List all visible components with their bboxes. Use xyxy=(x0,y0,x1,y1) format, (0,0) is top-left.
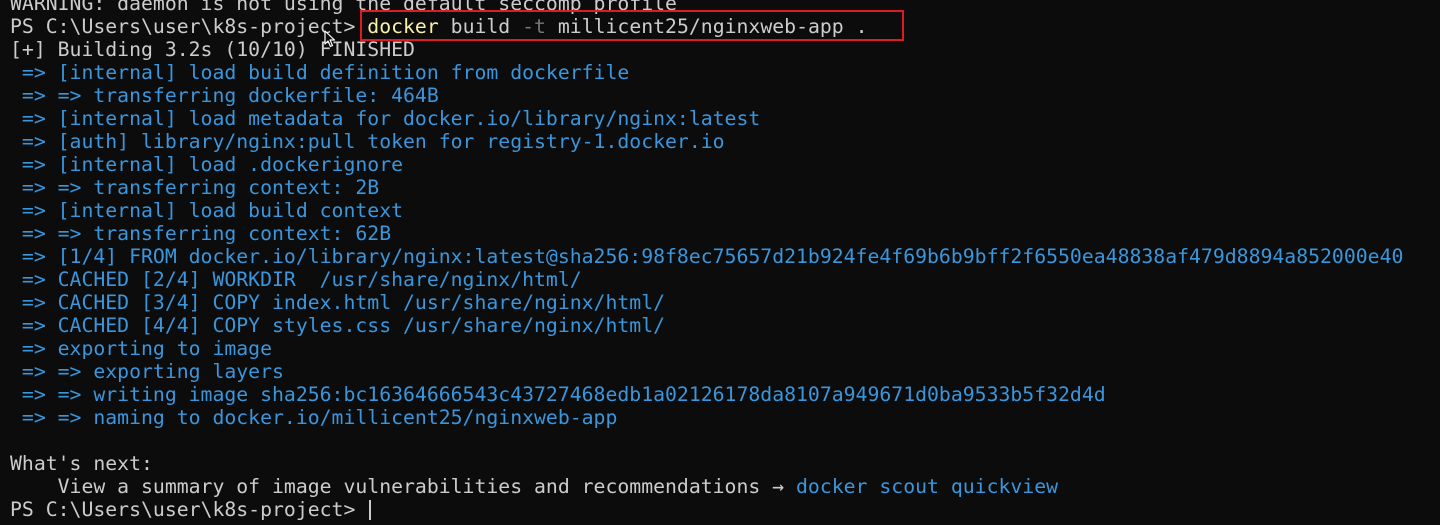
whats-next-line: View a summary of image vulnerabilities … xyxy=(10,475,1440,498)
scout-quickview-command[interactable]: docker scout quickview xyxy=(796,475,1058,498)
build-step-line: => CACHED [3/4] COPY index.html /usr/sha… xyxy=(10,291,666,314)
build-step-line: => [internal] load .dockerignore xyxy=(10,153,404,176)
build-step-line: => CACHED [2/4] WORKDIR /usr/share/nginx… xyxy=(10,268,582,291)
highlighted-command: docker build -t millicent25/nginxweb-app… xyxy=(360,10,905,41)
terminal-output: WARNING: daemon is not using the default… xyxy=(10,0,1440,521)
final-prompt: PS C:\Users\user\k8s-project> xyxy=(10,498,356,521)
command-flag: -t xyxy=(522,15,546,38)
build-step-line: => [auth] library/nginx:pull token for r… xyxy=(10,130,725,153)
build-step-line: => [internal] load build context xyxy=(10,199,404,222)
build-step-line: => => writing image sha256:bc16364666543… xyxy=(10,383,1106,406)
build-step-line: => => exporting layers xyxy=(10,360,284,383)
prompt: PS C:\Users\user\k8s-project> xyxy=(10,15,356,38)
final-prompt-line[interactable]: PS C:\Users\user\k8s-project> xyxy=(10,498,1440,521)
warning-line: WARNING: daemon is not using the default… xyxy=(10,0,677,15)
build-step-line: => => transferring dockerfile: 464B xyxy=(10,84,439,107)
command-line: PS C:\Users\user\k8s-project> docker bui… xyxy=(10,10,1440,41)
build-step-line: => => naming to docker.io/millicent25/ng… xyxy=(10,406,618,429)
build-step-line: => => transferring context: 62B xyxy=(10,222,392,245)
mouse-pointer-icon xyxy=(324,30,336,48)
text-cursor xyxy=(369,500,372,520)
terminal-window[interactable]: WARNING: daemon is not using the default… xyxy=(0,0,1440,525)
whats-next-heading: What's next: xyxy=(10,452,153,475)
command-executable: docker xyxy=(367,15,439,38)
build-step-line: => CACHED [4/4] COPY styles.css /usr/sha… xyxy=(10,314,666,337)
whats-next-text: View a summary of image vulnerabilities … xyxy=(10,475,797,498)
build-step-line: => => transferring context: 2B xyxy=(10,176,380,199)
build-step-line: => [internal] load metadata for docker.i… xyxy=(10,107,761,130)
build-steps-list: => [internal] load build definition from… xyxy=(10,61,1440,429)
build-step-line: => [internal] load build definition from… xyxy=(10,61,630,84)
command-target: millicent25/nginxweb-app . xyxy=(545,15,868,38)
build-step-line: => exporting to image xyxy=(10,337,273,360)
build-status: [+] Building 3.2s (10/10) FINISHED xyxy=(10,38,415,61)
build-step-line: => [1/4] FROM docker.io/library/nginx:la… xyxy=(10,245,1404,268)
command-args: build xyxy=(438,15,523,38)
